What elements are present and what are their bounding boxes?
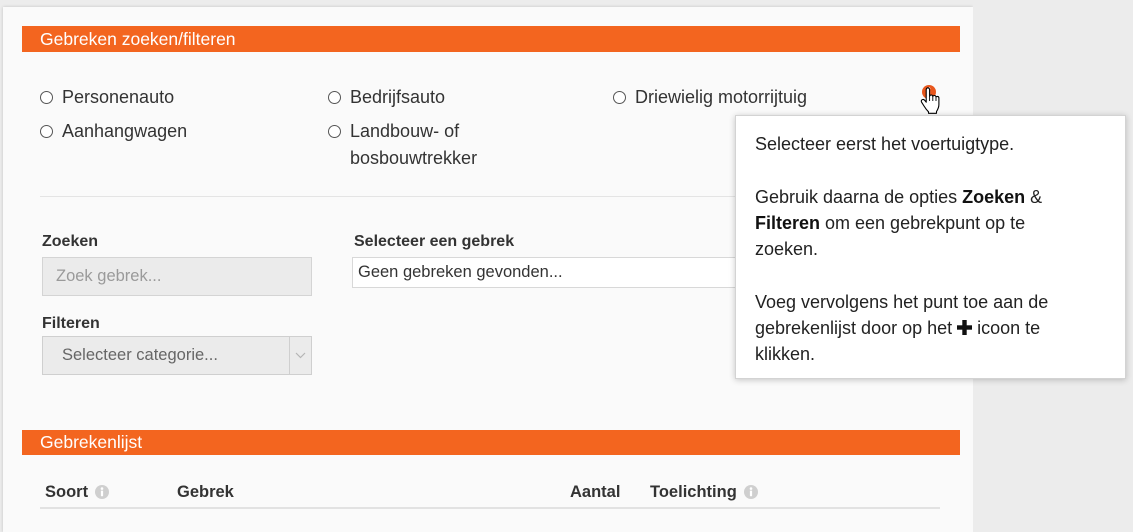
column-header-gebrek: Gebrek (177, 483, 234, 501)
plus-icon (957, 320, 973, 336)
tooltip-paragraph: Gebruik daarna de opties Zoeken & Filter… (755, 184, 1078, 263)
tooltip-paragraph: Selecteer eerst het voertuigtype. (755, 131, 1078, 157)
column-header-aantal: Aantal (570, 483, 620, 501)
info-icon[interactable] (743, 485, 758, 499)
category-filter-value: Selecteer categorie... (62, 346, 218, 364)
radio-label: Bedrijfsauto (350, 87, 446, 107)
tooltip-bold-filteren: Filteren (755, 212, 821, 233)
defect-select-value: Geen gebreken gevonden... (358, 263, 563, 281)
defect-select[interactable]: Geen gebreken gevonden... (352, 257, 752, 288)
page: Gebreken zoeken/filteren Personenauto Be… (0, 0, 1133, 532)
column-header-label: Aantal (570, 483, 621, 501)
info-icon[interactable] (95, 485, 110, 499)
defect-list-header: Gebrekenlijst (22, 430, 960, 455)
radio-label: Aanhangwagen (62, 121, 188, 141)
radio-label: Personenauto (62, 87, 175, 107)
tooltip-text: Selecteer eerst het voertuigtype. (755, 134, 1015, 154)
radio-option-landbouw-bosbouwtrekker[interactable]: Landbouw- of bosbouwtrekker (328, 118, 500, 172)
column-header-toelichting: Toelichting (650, 483, 758, 501)
radio-option-aanhangwagen[interactable]: Aanhangwagen (40, 118, 187, 145)
tooltip-text: & (1025, 186, 1043, 207)
defect-list-title: Gebrekenlijst (40, 432, 143, 452)
radio-button[interactable] (328, 91, 341, 104)
radio-label: Landbouw- of bosbouwtrekker (350, 121, 478, 168)
radio-button[interactable] (40, 125, 53, 138)
help-tooltip: Selecteer eerst het voertuigtype. Gebrui… (735, 115, 1126, 379)
hand-pointer-icon (920, 87, 940, 114)
radio-option-bedrijfsauto[interactable]: Bedrijfsauto (328, 84, 445, 111)
filter-label: Filteren (42, 315, 100, 332)
search-panel-title: Gebreken zoeken/filteren (40, 29, 236, 49)
column-header-label: Toelichting (650, 483, 737, 501)
radio-button[interactable] (613, 91, 626, 104)
defect-select-label: Selecteer een gebrek (354, 233, 515, 250)
search-panel-header: Gebreken zoeken/filteren (22, 26, 960, 52)
dropdown-toggle[interactable] (289, 337, 311, 374)
column-header-label: Gebrek (177, 483, 234, 501)
column-header-soort: Soort (45, 483, 110, 501)
chevron-down-icon (295, 352, 306, 359)
search-label: Zoeken (42, 233, 99, 250)
tooltip-text: Gebruik daarna de opties (755, 186, 963, 207)
column-header-label: Soort (45, 483, 89, 501)
tooltip-paragraph: Voeg vervolgens het punt toe aan de gebr… (755, 289, 1078, 368)
radio-label: Driewielig motorrijtuig (635, 87, 808, 107)
radio-option-personenauto[interactable]: Personenauto (40, 84, 174, 111)
radio-option-driewielig-motorrijtuig[interactable]: Driewielig motorrijtuig (613, 84, 807, 111)
category-filter-select[interactable]: Selecteer categorie... (42, 336, 312, 375)
search-input[interactable] (42, 257, 312, 296)
radio-button[interactable] (40, 91, 53, 104)
radio-button[interactable] (328, 125, 341, 138)
table-header-divider (40, 507, 940, 509)
tooltip-bold-zoeken: Zoeken (962, 186, 1026, 207)
